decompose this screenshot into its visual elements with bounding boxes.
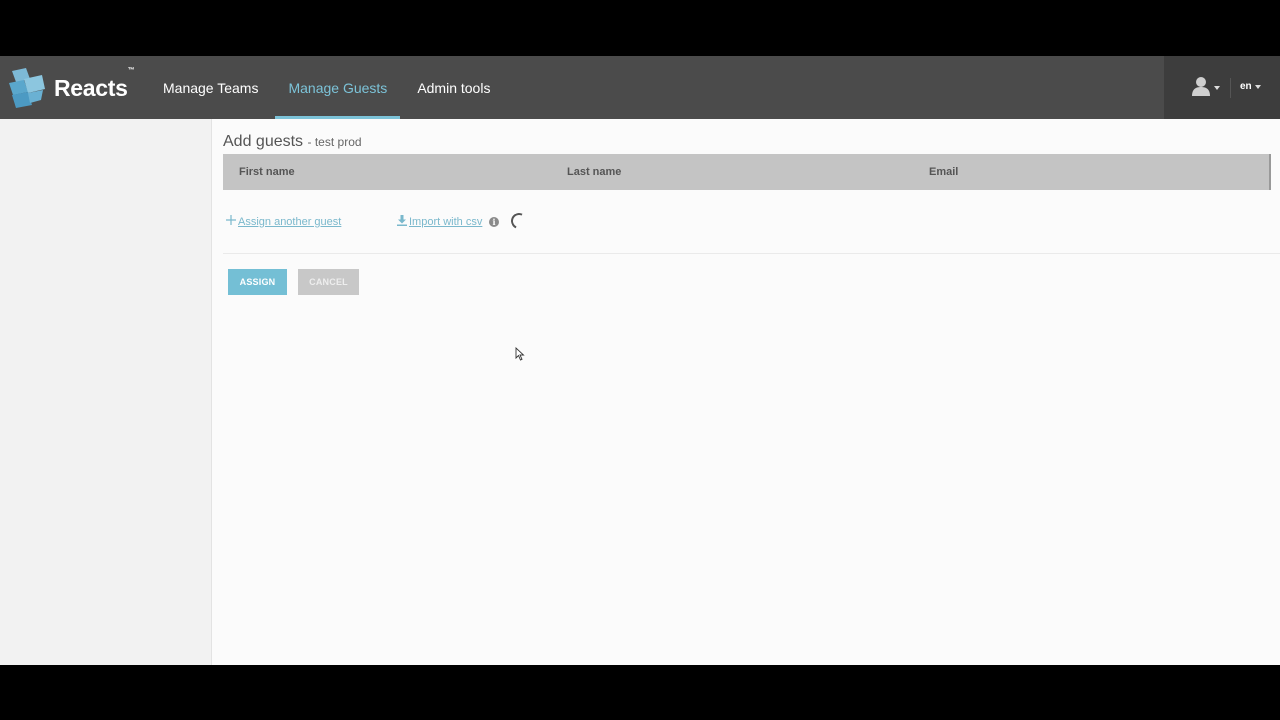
- divider: [1230, 78, 1231, 98]
- user-menu-button[interactable]: [1191, 76, 1220, 101]
- letterbox-bottom: [0, 665, 1280, 720]
- reacts-logo-icon: [8, 67, 46, 109]
- column-header-email: Email: [929, 166, 959, 178]
- guest-actions-row: Assign another guest Import with csv i: [223, 190, 1280, 254]
- plus-icon: [226, 215, 236, 228]
- download-icon: [397, 215, 407, 229]
- import-csv-label: Import with csv: [409, 216, 483, 228]
- top-navbar: Reacts™ Manage Teams Manage Guests Admin…: [0, 56, 1280, 119]
- main-content: Add guests - test prod First name Last n…: [213, 119, 1280, 665]
- language-menu-button[interactable]: en: [1240, 81, 1261, 92]
- column-header-last-name: Last name: [567, 166, 622, 178]
- info-icon[interactable]: i: [489, 217, 499, 227]
- page-subtitle: - test prod: [307, 135, 362, 149]
- loading-spinner-icon: [508, 210, 530, 232]
- guests-table-header: First name Last name Email: [223, 154, 1271, 190]
- cancel-button[interactable]: CANCEL: [298, 269, 359, 295]
- assign-another-guest-label: Assign another guest: [238, 215, 342, 228]
- sidebar: [0, 119, 212, 665]
- assign-another-guest-link[interactable]: Assign another guest: [226, 215, 341, 228]
- assign-button[interactable]: ASSIGN: [228, 269, 287, 295]
- column-header-first-name: First name: [239, 166, 295, 178]
- import-csv-link[interactable]: Import with csv: [397, 215, 482, 229]
- nav-manage-guests[interactable]: Manage Guests: [275, 56, 401, 119]
- brand-logo[interactable]: Reacts™: [8, 66, 135, 109]
- nav-manage-teams[interactable]: Manage Teams: [150, 56, 271, 119]
- user-icon: [1191, 76, 1211, 101]
- main-nav: Manage Teams Manage Guests Admin tools: [150, 56, 507, 119]
- app-window: Reacts™ Manage Teams Manage Guests Admin…: [0, 56, 1280, 665]
- language-label: en: [1240, 81, 1252, 92]
- brand-name: Reacts™: [54, 66, 135, 101]
- chevron-down-icon: [1254, 84, 1261, 89]
- page-title: Add guests - test prod: [223, 133, 362, 151]
- topbar-right-panel: en: [1164, 56, 1280, 119]
- letterbox-top: [0, 0, 1280, 56]
- nav-admin-tools[interactable]: Admin tools: [404, 56, 503, 119]
- mouse-cursor-icon: [515, 346, 525, 366]
- page-title-text: Add guests: [223, 133, 304, 150]
- chevron-down-icon: [1214, 86, 1220, 90]
